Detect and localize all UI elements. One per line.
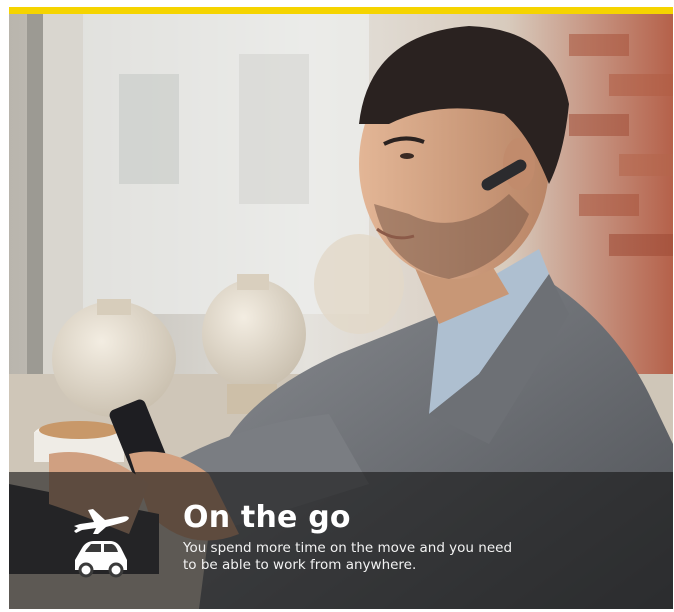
car-icon — [75, 541, 127, 578]
accent-bar — [9, 7, 673, 14]
airplane-icon — [74, 509, 129, 534]
caption-title: On the go — [183, 500, 351, 535]
caption-body: You spend more time on the move and you … — [183, 540, 513, 573]
travel-icons — [72, 500, 132, 580]
caption-text: On the go You spend more time on the mov… — [183, 500, 623, 574]
